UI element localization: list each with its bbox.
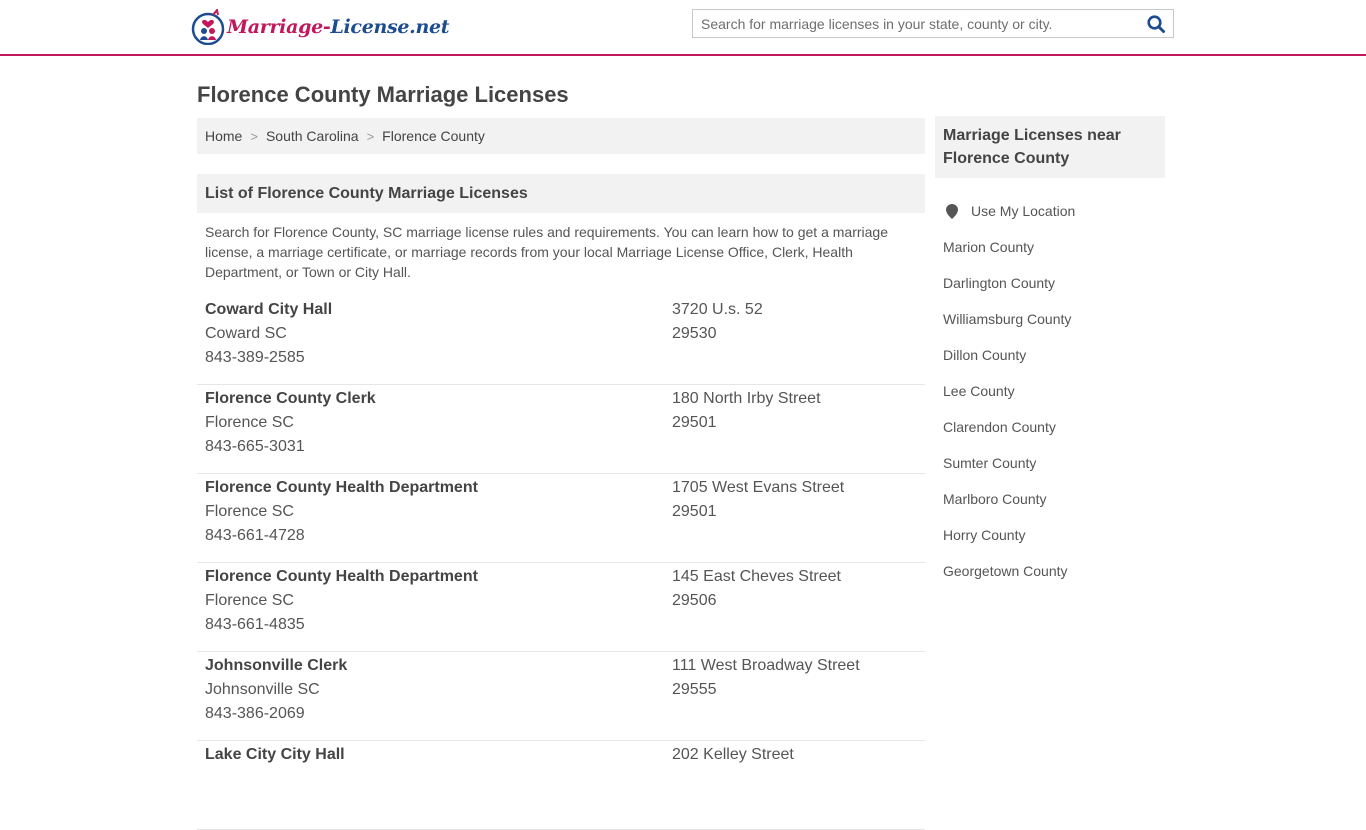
couple-logo-icon <box>191 9 225 45</box>
listing-city: Florence SC <box>205 414 294 431</box>
map-pin-icon <box>946 203 958 219</box>
sidebar-item-marion-county[interactable]: Marion County <box>943 229 1163 265</box>
listing-name[interactable]: Lake City City Hall <box>205 746 345 764</box>
listing-phone: 843-389-2585 <box>205 349 305 366</box>
listing-phone: 843-661-4835 <box>205 616 305 633</box>
listing-city: Coward SC <box>205 325 287 342</box>
listing-city: Florence SC <box>205 592 294 609</box>
sidebar-item-clarendon-county[interactable]: Clarendon County <box>943 409 1163 445</box>
list-item: Florence County Clerk Florence SC 843-66… <box>197 385 925 474</box>
listing-name[interactable]: Florence County Health Department <box>205 479 478 497</box>
page-title: Florence County Marriage Licenses <box>197 82 569 107</box>
search-icon <box>1147 14 1165 33</box>
listing-phone: 843-665-3031 <box>205 438 305 455</box>
list-item: Coward City Hall Coward SC 843-389-2585 … <box>197 296 925 385</box>
sidebar-county-list: Use My Location Marion County Darlington… <box>943 193 1163 589</box>
listing-zip: 29530 <box>672 325 717 342</box>
listing-city: Johnsonville SC <box>205 681 320 698</box>
list-item: Lake City City Hall 202 Kelley Street <box>197 741 925 830</box>
sidebar-item-williamsburg-county[interactable]: Williamsburg County <box>943 301 1163 337</box>
breadcrumb-separator: > <box>366 128 375 144</box>
sidebar-item-marlboro-county[interactable]: Marlboro County <box>943 481 1163 517</box>
listings: Coward City Hall Coward SC 843-389-2585 … <box>197 296 925 830</box>
list-item: Florence County Health Department Floren… <box>197 563 925 652</box>
listing-street: 180 North Irby Street <box>672 390 821 407</box>
listing-zip: 29501 <box>672 503 717 520</box>
listing-street: 111 West Broadway Street <box>672 657 860 674</box>
breadcrumb-separator: > <box>250 128 258 144</box>
listing-name[interactable]: Johnsonville Clerk <box>205 657 347 675</box>
sidebar-item-sumter-county[interactable]: Sumter County <box>943 445 1163 481</box>
sidebar-item-georgetown-county[interactable]: Georgetown County <box>943 553 1163 589</box>
listing-zip: 29555 <box>672 681 717 698</box>
listing-phone: 843-661-4728 <box>205 527 305 544</box>
listing-street: 202 Kelley Street <box>672 746 794 763</box>
listing-name[interactable]: Florence County Clerk <box>205 390 376 408</box>
site-header: Marriage-License.net <box>0 0 1366 56</box>
search-box <box>692 9 1174 38</box>
search-input[interactable] <box>693 10 1139 37</box>
use-my-location-link[interactable]: Use My Location <box>943 193 1163 229</box>
sidebar-item-darlington-county[interactable]: Darlington County <box>943 265 1163 301</box>
listing-name[interactable]: Florence County Health Department <box>205 568 478 586</box>
logo-text-part-a: Marriage- <box>227 16 331 38</box>
sidebar-header: Marriage Licenses near Florence County <box>935 116 1165 178</box>
sidebar-item-horry-county[interactable]: Horry County <box>943 517 1163 553</box>
list-item: Florence County Health Department Floren… <box>197 474 925 563</box>
logo-text: Marriage-License.net <box>227 16 450 38</box>
listing-street: 1705 West Evans Street <box>672 479 845 496</box>
list-item: Johnsonville Clerk Johnsonville SC 843-3… <box>197 652 925 741</box>
listing-name[interactable]: Coward City Hall <box>205 301 332 319</box>
listing-phone: 843-386-2069 <box>205 705 305 722</box>
use-my-location-label: Use My Location <box>971 203 1076 219</box>
breadcrumb: Home > South Carolina > Florence County <box>197 118 925 154</box>
breadcrumb-state[interactable]: South Carolina <box>266 128 359 144</box>
list-header: List of Florence County Marriage License… <box>197 174 925 213</box>
breadcrumb-home[interactable]: Home <box>205 128 242 144</box>
listing-zip: 29506 <box>672 592 717 609</box>
breadcrumb-county[interactable]: Florence County <box>382 128 485 144</box>
site-logo[interactable]: Marriage-License.net <box>191 9 450 45</box>
listing-street: 3720 U.s. 52 <box>672 301 763 318</box>
logo-text-part-b: License.net <box>330 16 450 38</box>
list-intro: Search for Florence County, SC marriage … <box>205 224 888 280</box>
search-button[interactable] <box>1139 10 1173 37</box>
sidebar-item-dillon-county[interactable]: Dillon County <box>943 337 1163 373</box>
listing-zip: 29501 <box>672 414 717 431</box>
sidebar-item-lee-county[interactable]: Lee County <box>943 373 1163 409</box>
listing-street: 145 East Cheves Street <box>672 568 841 585</box>
listing-city: Florence SC <box>205 503 294 520</box>
